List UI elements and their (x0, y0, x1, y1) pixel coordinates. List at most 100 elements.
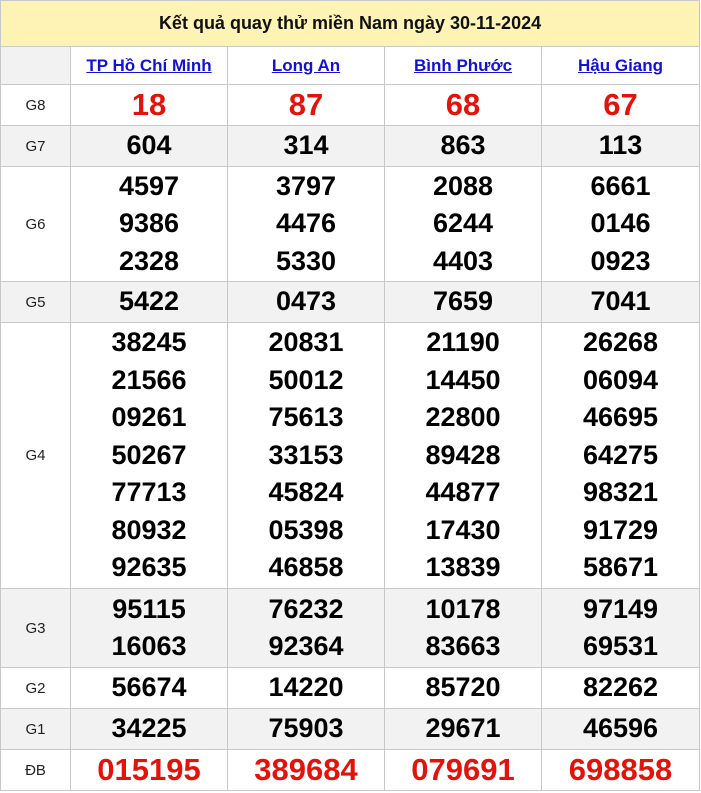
prize-cell: 698858 (540, 749, 701, 791)
special-number: 87 (288, 87, 324, 123)
prize-number: 44877 (425, 477, 501, 508)
prize-cell: 85720 (384, 667, 542, 709)
prize-cell: 18 (70, 84, 228, 126)
prize-cell: 113 (540, 125, 701, 167)
prize-cell: 314 (227, 125, 385, 167)
prize-row: G1 34225 75903 29671 46596 (0, 708, 701, 750)
prize-number: 82262 (582, 672, 659, 703)
special-number: 389684 (254, 752, 358, 788)
prize-cell: 14220 (227, 667, 385, 709)
lottery-results-table: Kết quả quay thử miền Nam ngày 30-11-202… (0, 0, 701, 791)
prize-cell: 10178 83663 (384, 588, 542, 668)
prize-row: ĐB 015195 389684 079691 698858 (0, 749, 701, 791)
prize-number: 13839 (425, 552, 501, 583)
prize-cell: 863 (384, 125, 542, 167)
prize-number: 6661 (590, 170, 651, 201)
prize-number: 3797 (275, 170, 337, 201)
prize-cell: 4597 9386 2328 (70, 166, 228, 282)
prize-number: 91729 (582, 514, 659, 545)
prize-number: 14450 (425, 364, 501, 395)
prize-number: 863 (440, 130, 486, 161)
prize-number: 89428 (425, 439, 501, 470)
prize-label: G4 (0, 322, 71, 589)
prize-row: G4 38245 21566 09261 50267 77713 80932 92635 208… (0, 322, 701, 589)
prize-label: G5 (0, 281, 71, 323)
province-link-binh-phuoc[interactable]: Bình Phước (414, 56, 512, 75)
prize-cell: 95115 16063 (70, 588, 228, 668)
prize-cell: 56674 (70, 667, 228, 709)
prize-label: ĐB (0, 749, 71, 791)
prize-label: G8 (0, 84, 71, 126)
province-cell: Hậu Giang (540, 46, 701, 85)
prize-number: 83663 (425, 631, 501, 661)
prize-number: 5330 (275, 245, 337, 276)
prize-cell: 97149 69531 (540, 588, 701, 668)
prize-number: 2328 (118, 245, 180, 276)
prize-number: 06094 (582, 364, 659, 395)
prize-number: 45824 (268, 477, 344, 508)
prize-number: 2088 (432, 170, 494, 201)
prize-number: 9386 (118, 208, 180, 239)
prize-cell: 34225 (70, 708, 228, 750)
prize-number: 26268 (582, 327, 659, 358)
province-link-hau-giang[interactable]: Hậu Giang (578, 56, 663, 75)
prize-number: 76232 (268, 593, 344, 624)
prize-number: 33153 (268, 439, 344, 470)
prize-number: 4403 (432, 245, 494, 276)
prize-number: 22800 (425, 402, 501, 433)
prize-cell: 76232 92364 (227, 588, 385, 668)
prize-number: 5422 (118, 286, 180, 317)
prize-cell: 3797 4476 5330 (227, 166, 385, 282)
prize-number: 0923 (590, 245, 651, 276)
prize-number: 14220 (268, 672, 344, 703)
prize-label: G2 (0, 667, 71, 709)
prize-number: 98321 (582, 477, 659, 508)
prize-cell: 26268 06094 46695 64275 98321 91729 58671 (540, 322, 701, 589)
prize-number: 17430 (425, 514, 501, 545)
prize-number: 05398 (268, 514, 344, 545)
prize-number: 92635 (111, 552, 187, 583)
prize-row: G3 95115 16063 76232 92364 10178 83663 97149 695… (0, 588, 701, 668)
province-link-long-an[interactable]: Long An (272, 56, 340, 75)
prize-number: 50012 (268, 364, 344, 395)
prize-label: G7 (0, 125, 71, 167)
prize-number: 58671 (582, 552, 659, 583)
prize-cell: 21190 14450 22800 89428 44877 17430 13839 (384, 322, 542, 589)
prize-cell: 67 (540, 84, 701, 126)
prize-cell: 46596 (540, 708, 701, 750)
prize-number: 16063 (111, 631, 187, 661)
prize-number: 46596 (582, 713, 659, 744)
prize-number: 29671 (425, 713, 501, 744)
prize-cell: 29671 (384, 708, 542, 750)
prize-number: 4476 (275, 208, 337, 239)
prize-cell: 7659 (384, 281, 542, 323)
prize-number: 10178 (425, 593, 501, 624)
prize-number: 75903 (268, 713, 344, 744)
prize-number: 56674 (111, 672, 187, 703)
prize-number: 92364 (268, 631, 344, 661)
page-title: Kết quả quay thử miền Nam ngày 30-11-202… (0, 0, 701, 47)
prize-row: G5 5422 0473 7659 7041 (0, 281, 701, 323)
prize-cell: 015195 (70, 749, 228, 791)
prize-number: 21566 (111, 364, 187, 395)
province-cell: Bình Phước (384, 46, 542, 85)
prize-cell: 0473 (227, 281, 385, 323)
prize-cell: 5422 (70, 281, 228, 323)
special-number: 079691 (411, 752, 515, 788)
province-link-hcm[interactable]: TP Hồ Chí Minh (86, 56, 211, 75)
special-number: 68 (445, 87, 481, 123)
prize-cell: 7041 (540, 281, 701, 323)
prize-number: 0146 (590, 208, 651, 239)
prize-number: 64275 (582, 439, 659, 470)
prize-row: G7 604 314 863 113 (0, 125, 701, 167)
prize-cell: 75903 (227, 708, 385, 750)
prize-label: G3 (0, 588, 71, 668)
prize-cell: 20831 50012 75613 33153 45824 05398 46858 (227, 322, 385, 589)
prize-number: 85720 (425, 672, 501, 703)
prize-number: 50267 (111, 439, 187, 470)
province-cell: Long An (227, 46, 385, 85)
prize-cell: 079691 (384, 749, 542, 791)
prize-number: 21190 (426, 327, 500, 358)
prize-number: 75613 (268, 402, 344, 433)
special-number: 18 (131, 87, 167, 123)
